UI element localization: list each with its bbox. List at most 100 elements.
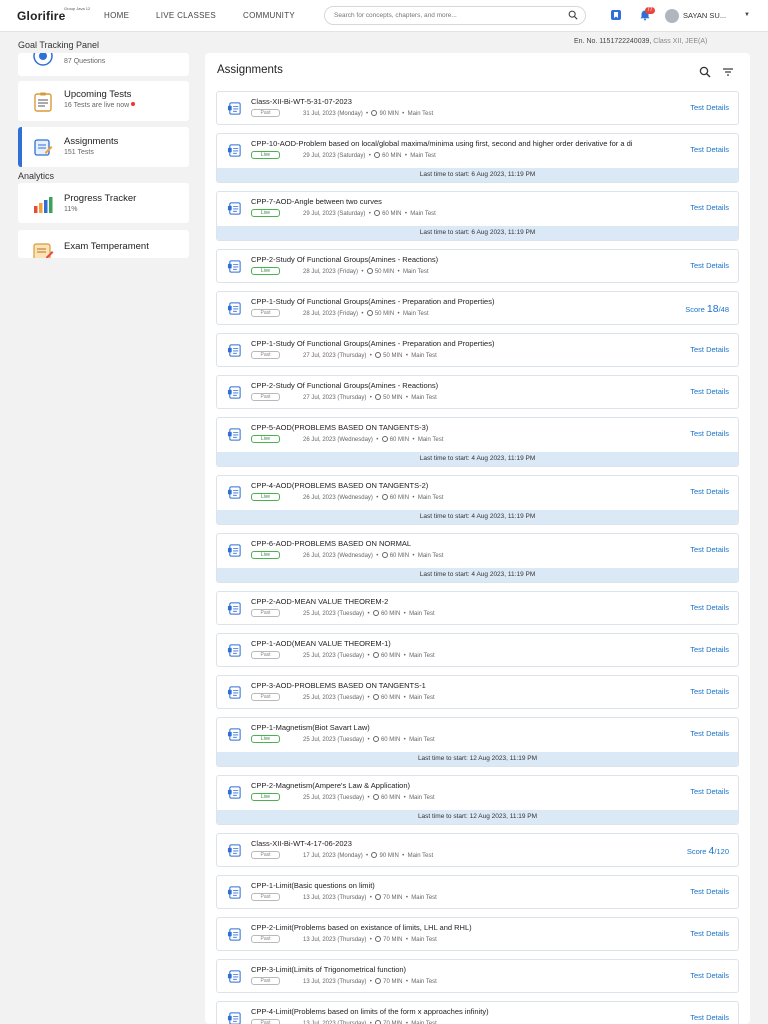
assignment-type: Main Test	[417, 495, 444, 501]
status-badge: Live	[251, 793, 280, 801]
assignment-duration: 60 MIN	[380, 653, 401, 659]
search-icon[interactable]	[568, 10, 578, 20]
test-details-link[interactable]: Test Details	[690, 345, 729, 354]
assignment-row[interactable]: CPP-3-AOD-PROBLEMS BASED ON TANGENTS-1 Pa…	[216, 675, 739, 709]
test-details-link[interactable]: Test Details	[690, 145, 729, 154]
test-details-link[interactable]: Test Details	[690, 103, 729, 112]
test-details-link[interactable]: Test Details	[690, 971, 729, 980]
nav-live-classes[interactable]: LIVE CLASSES	[156, 11, 216, 20]
assignment-duration: 60 MIN	[382, 153, 402, 159]
assignment-date: 13 Jul, 2023 (Thursday)	[303, 937, 367, 943]
sidebar-item-progress-tracker[interactable]: Progress Tracker 11%	[18, 183, 189, 223]
assignment-row[interactable]: CPP-2-Magnetism(Ampere's Law & Applicati…	[216, 775, 739, 825]
nav-home[interactable]: HOME	[104, 11, 129, 20]
test-details-link[interactable]: Test Details	[690, 387, 729, 396]
assignment-duration: 50 MIN	[374, 269, 395, 275]
assignment-row[interactable]: CPP-10-AOD-Problem based on local/global…	[216, 133, 739, 183]
sidebar-item-label: Progress Tracker	[64, 193, 137, 204]
assignment-title: CPP-2-Limit(Problems based on existance …	[251, 923, 472, 932]
assignments-panel: Assignments Class-XII-Bi-WT-5-31-07-2023…	[205, 53, 750, 1024]
status-badge: Live	[251, 493, 280, 501]
avatar[interactable]	[665, 9, 679, 23]
assignment-row[interactable]: Class-XII-Bi-WT-5-31-07-2023 Past 31 Jul, …	[216, 91, 739, 125]
sidebar-card-questions[interactable]: 87 Questions	[18, 53, 189, 76]
test-paper-icon	[227, 728, 241, 741]
assignment-row[interactable]: CPP-5-AOD(PROBLEMS BASED ON TANGENTS-3) L…	[216, 417, 739, 467]
assignment-date: 31 Jul, 2023 (Monday)	[303, 111, 363, 117]
assignment-icon	[34, 139, 53, 156]
last-time-banner: Last time to start: 4 Aug 2023, 11:19 PM	[217, 510, 738, 524]
search-placeholder: Search for concepts, chapters, and more.…	[334, 12, 457, 19]
assignment-row[interactable]: CPP-1-AOD(MEAN VALUE THEOREM-1) Past 25 Ju…	[216, 633, 739, 667]
test-paper-icon	[227, 602, 241, 615]
assignment-date: 26 Jul, 2023 (Wednesday)	[303, 553, 373, 559]
assignment-date: 28 Jul, 2023 (Friday)	[303, 311, 359, 317]
test-details-link[interactable]: Test Details	[690, 887, 729, 896]
assignment-duration: 60 MIN	[380, 611, 401, 617]
assignment-type: Main Test	[409, 653, 435, 659]
assignment-row[interactable]: CPP-1-Study Of Functional Groups(Amines …	[216, 333, 739, 367]
search-input[interactable]: Search for concepts, chapters, and more.…	[324, 6, 586, 25]
assignment-row[interactable]: CPP-2-Study Of Functional Groups(Amines …	[216, 249, 739, 283]
assignment-meta: 29 Jul, 2023 (Saturday) • 60 MIN • Main …	[303, 210, 436, 217]
assignment-row[interactable]: CPP-7-AOD-Angle between two curves Live 29…	[216, 191, 739, 241]
assignment-duration: 60 MIN	[380, 795, 401, 801]
assignment-duration: 60 MIN	[389, 495, 410, 501]
filter-icon[interactable]	[722, 66, 734, 78]
sidebar-item-upcoming-tests[interactable]: Upcoming Tests 16 Tests are live now	[18, 81, 189, 121]
clock-icon	[372, 610, 379, 616]
user-name[interactable]: SAYAN SU...	[683, 11, 726, 20]
assignment-row[interactable]: CPP-3-Limit(Limits of Trigonometrical fu…	[216, 959, 739, 993]
score-link[interactable]: Score 18/48	[685, 303, 729, 315]
status-badge: Past	[251, 351, 280, 359]
test-details-link[interactable]: Test Details	[690, 261, 729, 270]
status-badge: Past	[251, 109, 280, 117]
score-link[interactable]: Score 4/120	[687, 845, 729, 857]
test-details-link[interactable]: Test Details	[690, 429, 729, 438]
sidebar-item-assignments[interactable]: Assignments 151 Tests	[18, 127, 189, 167]
assignment-row[interactable]: CPP-1-Limit(Basic questions on limit) Pas…	[216, 875, 739, 909]
assignment-row[interactable]: CPP-4-AOD(PROBLEMS BASED ON TANGENTS-2) L…	[216, 475, 739, 525]
assignment-meta: 13 Jul, 2023 (Thursday) • 70 MIN • Main …	[303, 936, 437, 943]
test-details-link[interactable]: Test Details	[690, 545, 729, 554]
assignment-row[interactable]: Class-XII-Bi-WT-4-17-06-2023 Past 17 Jul, …	[216, 833, 739, 867]
test-details-link[interactable]: Test Details	[690, 1013, 729, 1022]
test-details-link[interactable]: Test Details	[690, 687, 729, 696]
test-details-link[interactable]: Test Details	[690, 487, 729, 496]
assignment-type: Main Test	[411, 353, 437, 359]
assignment-row[interactable]: CPP-1-Magnetism(Biot Savart Law) Live 25 J…	[216, 717, 739, 767]
search-icon[interactable]	[699, 66, 711, 78]
assignment-date: 25 Jul, 2023 (Tuesday)	[303, 737, 365, 743]
test-paper-icon	[227, 686, 241, 699]
clock-icon	[381, 436, 388, 442]
notification-badge: 77	[645, 7, 655, 14]
assignment-title: CPP-5-AOD(PROBLEMS BASED ON TANGENTS-3)	[251, 423, 429, 432]
assignment-title: CPP-2-Magnetism(Ampere's Law & Applicati…	[251, 781, 410, 790]
assignment-date: 26 Jul, 2023 (Wednesday)	[303, 495, 373, 501]
test-details-link[interactable]: Test Details	[690, 929, 729, 938]
app-logo[interactable]: Glorifire	[17, 9, 65, 23]
enrollment-class: Class XII, JEE(A)	[653, 38, 708, 45]
chevron-down-icon[interactable]: ▼	[744, 12, 750, 18]
test-details-link[interactable]: Test Details	[690, 603, 729, 612]
assignment-duration: 60 MIN	[389, 553, 410, 559]
assignment-row[interactable]: CPP-6-AOD-PROBLEMS BASED ON NORMAL Live 26…	[216, 533, 739, 583]
assignment-row[interactable]: CPP-4-Limit(Problems based on limits of …	[216, 1001, 739, 1024]
assignment-row[interactable]: CPP-2-Limit(Problems based on existance …	[216, 917, 739, 951]
assignment-type: Main Test	[409, 695, 435, 701]
assignment-date: 25 Jul, 2023 (Tuesday)	[303, 695, 365, 701]
nav-community[interactable]: COMMUNITY	[243, 11, 295, 20]
assignment-row[interactable]: CPP-2-Study Of Functional Groups(Amines …	[216, 375, 739, 409]
test-details-link[interactable]: Test Details	[690, 203, 729, 212]
assignment-row[interactable]: CPP-1-Study Of Functional Groups(Amines …	[216, 291, 739, 325]
assignment-meta: 29 Jul, 2023 (Saturday) • 60 MIN • Main …	[303, 152, 436, 159]
exam-icon	[33, 243, 54, 258]
assignment-date: 13 Jul, 2023 (Thursday)	[303, 895, 367, 901]
test-details-link[interactable]: Test Details	[690, 787, 729, 796]
bookmark-icon[interactable]	[610, 9, 622, 21]
assignment-row[interactable]: CPP-2-AOD-MEAN VALUE THEOREM-2 Past 25 Jul…	[216, 591, 739, 625]
test-details-link[interactable]: Test Details	[690, 729, 729, 738]
status-badge: Live	[251, 551, 280, 559]
sidebar-item-exam-temperament[interactable]: Exam Temperament	[18, 230, 189, 258]
test-details-link[interactable]: Test Details	[690, 645, 729, 654]
